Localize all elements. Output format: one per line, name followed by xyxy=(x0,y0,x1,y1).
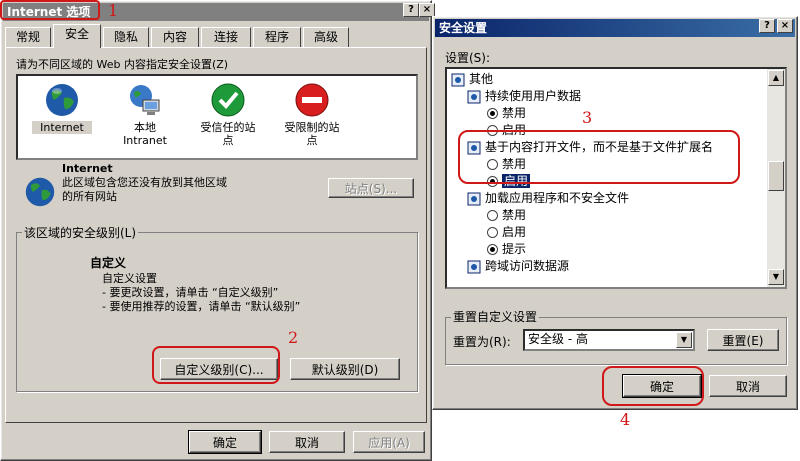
annotation-number-2: 2 xyxy=(288,328,299,347)
reset-level-select[interactable]: 安全级 - 高 ▼ xyxy=(523,329,695,351)
cancel-button[interactable]: 取消 xyxy=(269,431,345,453)
annotation-number-1: 1 xyxy=(108,1,119,20)
intranet-icon xyxy=(130,85,160,115)
close-button[interactable]: × xyxy=(419,3,435,17)
annotation-number-3: 3 xyxy=(582,108,593,127)
zone-internet[interactable]: Internet xyxy=(32,82,92,134)
tab-content[interactable]: 内容 xyxy=(151,27,199,47)
zone-trusted[interactable]: 受信任的站 点 xyxy=(190,82,266,147)
tab-advanced[interactable]: 高级 xyxy=(303,27,349,47)
security-settings-titlebar: 安全设置 xyxy=(435,19,795,37)
settings-icon xyxy=(467,192,481,205)
tab-general[interactable]: 常规 xyxy=(5,27,51,47)
radio-enable[interactable]: 启用 xyxy=(487,224,526,241)
tab-privacy[interactable]: 隐私 xyxy=(103,27,149,47)
radio-disable[interactable]: 禁用 xyxy=(487,207,526,224)
radio-button[interactable] xyxy=(487,108,498,119)
chevron-down-icon[interactable]: ▼ xyxy=(676,332,692,348)
window-title: 安全设置 xyxy=(439,21,488,35)
custom-title: 自定义 xyxy=(90,256,127,270)
reset-group-label: 重置自定义设置 xyxy=(451,308,540,325)
annotation-box-ok xyxy=(602,366,704,406)
vertical-scrollbar[interactable]: ▲ ▼ xyxy=(767,69,785,287)
setting-persist-user-data: 持续使用用户数据 xyxy=(467,88,581,105)
settings-label: 设置(S): xyxy=(445,51,491,65)
settings-icon xyxy=(467,260,481,273)
cancel-button[interactable]: 取消 xyxy=(709,375,787,397)
tree-header: 其他 xyxy=(451,71,493,88)
radio-button[interactable] xyxy=(487,210,498,221)
radio-button[interactable] xyxy=(487,244,498,255)
scroll-down-arrow-icon[interactable]: ▼ xyxy=(768,269,784,285)
annotation-number-4: 4 xyxy=(620,410,631,429)
tab-security[interactable]: 安全 xyxy=(53,24,101,48)
setting-cross-domain-data: 跨域访问数据源 xyxy=(467,258,569,275)
scroll-up-arrow-icon[interactable]: ▲ xyxy=(768,70,784,86)
tab-programs[interactable]: 程序 xyxy=(253,27,301,47)
security-level-group-label: 该区域的安全级别(L) xyxy=(22,224,139,241)
zone-label: 受限制的站 点 xyxy=(284,121,340,147)
sites-button[interactable]: 站点(S)... xyxy=(328,178,414,198)
settings-icon xyxy=(467,90,481,103)
zone-intranet[interactable]: 本地 Intranet xyxy=(112,82,178,147)
zone-label: Internet xyxy=(32,121,92,134)
zone-restricted[interactable]: 受限制的站 点 xyxy=(274,82,350,147)
trusted-sites-icon xyxy=(211,83,245,117)
reset-to-label: 重置为(R): xyxy=(453,335,511,349)
annotation-box-custom-level xyxy=(152,346,280,384)
setting-launch-apps-unsafe-files: 加载应用程序和不安全文件 xyxy=(467,190,629,207)
zone-list: Internet 本地 Intranet 受信任的站 点 受限制的站 点 xyxy=(16,74,418,160)
restricted-sites-icon xyxy=(295,83,329,117)
custom-line-3: - 要使用推荐的设置，请单击 “默认级别” xyxy=(102,300,301,313)
help-button[interactable]: ? xyxy=(759,19,775,33)
zone-label: 受信任的站 点 xyxy=(200,121,256,147)
zone-label: 本地 Intranet xyxy=(123,121,167,147)
globe-icon xyxy=(25,177,55,207)
radio-disable[interactable]: 禁用 xyxy=(487,105,526,122)
reset-button[interactable]: 重置(E) xyxy=(707,329,779,351)
tab-connections[interactable]: 连接 xyxy=(201,27,251,47)
zone-info-description: 此区域包含您还没有放到其他区域 的所有网站 xyxy=(62,176,227,203)
zone-prompt: 请为不同区域的 Web 内容指定安全设置(Z) xyxy=(16,58,229,71)
annotation-box-title xyxy=(0,0,100,20)
radio-prompt[interactable]: 提示 xyxy=(487,241,526,258)
radio-button[interactable] xyxy=(487,227,498,238)
security-settings-window: 安全设置 ? × 设置(S): 其他 持续使用用户数据 禁用 启用 基于内容打开… xyxy=(432,16,798,410)
settings-icon xyxy=(451,73,465,86)
apply-button[interactable]: 应用(A) xyxy=(353,431,425,453)
close-button[interactable]: × xyxy=(777,19,793,33)
annotation-box-setting xyxy=(458,130,740,184)
internet-options-window: Internet 选项 ? × 常规 安全 隐私 内容 连接 程序 高级 请为不… xyxy=(0,0,435,461)
zone-info-title: Internet xyxy=(62,162,113,175)
ok-button[interactable]: 确定 xyxy=(188,430,262,454)
default-level-button[interactable]: 默认级别(D) xyxy=(290,358,400,380)
help-button[interactable]: ? xyxy=(403,3,419,17)
globe-icon xyxy=(46,84,78,116)
scroll-thumb[interactable] xyxy=(768,161,784,191)
